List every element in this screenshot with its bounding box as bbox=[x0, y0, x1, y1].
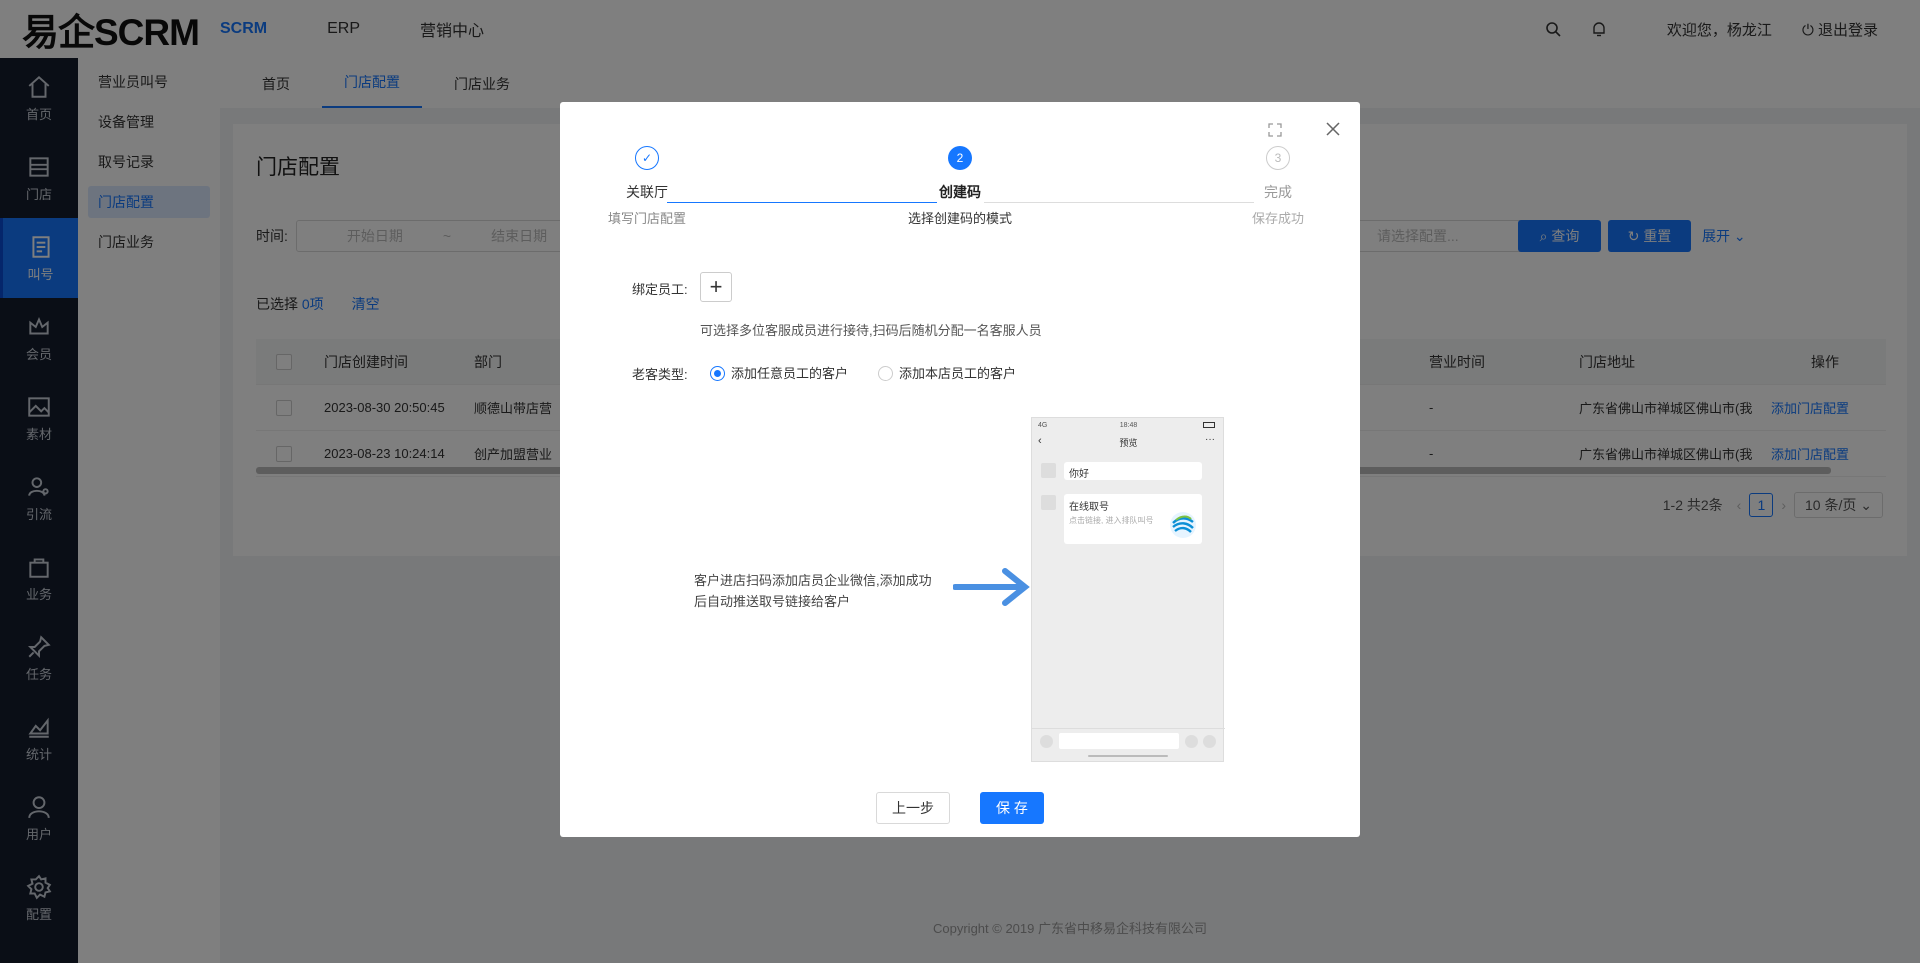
radio-checked[interactable] bbox=[710, 366, 725, 381]
step-desc: 填写门店配置 bbox=[607, 211, 686, 226]
more-icon: ··· bbox=[1205, 434, 1215, 445]
explain-line: 客户进店扫码添加店员企业微信,添加成功 bbox=[694, 573, 932, 588]
china-mobile-logo-icon bbox=[1170, 512, 1196, 538]
step-2: 2 创建码 选择创建码的模式 bbox=[880, 146, 1040, 227]
step-number: 3 bbox=[1266, 146, 1290, 170]
home-indicator bbox=[1088, 755, 1168, 757]
battery-icon bbox=[1203, 422, 1215, 428]
step-title: 创建码 bbox=[939, 184, 981, 200]
customer-type-label: 老客类型: bbox=[632, 367, 688, 382]
save-button[interactable]: 保 存 bbox=[980, 792, 1044, 824]
fullscreen-icon[interactable] bbox=[1268, 123, 1282, 137]
arrow-right-icon bbox=[953, 568, 1030, 606]
radio-unchecked[interactable] bbox=[878, 366, 893, 381]
add-staff-button[interactable]: + bbox=[700, 272, 732, 302]
phone-input bbox=[1059, 733, 1179, 749]
option-label: 添加本店员工的客户 bbox=[899, 366, 1017, 381]
steps: ✓ 关联厅 填写门店配置 2 创建码 选择创建码的模式 3 完成 保存成功 bbox=[560, 146, 1360, 236]
voice-icon bbox=[1040, 735, 1053, 748]
check-icon: ✓ bbox=[635, 146, 659, 170]
chat-bubble: 你好 bbox=[1064, 462, 1202, 480]
explain-line: 后自动推送取号链接给客户 bbox=[694, 594, 851, 609]
explain-text: 客户进店扫码添加店员企业微信,添加成功 后自动推送取号链接给客户 bbox=[694, 570, 932, 612]
option-store-staff[interactable]: 添加本店员工的客户 bbox=[878, 363, 1016, 382]
prev-step-button[interactable]: 上一步 bbox=[876, 792, 950, 824]
step-3: 3 完成 保存成功 bbox=[1198, 146, 1358, 227]
step-desc: 选择创建码的模式 bbox=[907, 211, 1012, 226]
option-any-staff[interactable]: 添加任意员工的客户 bbox=[710, 363, 848, 382]
input-bar-divider bbox=[1032, 728, 1225, 729]
bind-staff-label: 绑定员工: bbox=[632, 282, 688, 297]
step-1: ✓ 关联厅 填写门店配置 bbox=[567, 146, 727, 227]
plus-circle-icon bbox=[1203, 735, 1216, 748]
chat-card: 在线取号 点击链接, 进入排队叫号 bbox=[1064, 494, 1202, 544]
avatar bbox=[1041, 463, 1056, 478]
phone-preview: 4G 18:48 ‹ 预览 ··· 你好 在线取号 点击链接, 进入排队叫号 bbox=[1031, 417, 1225, 762]
bind-hint: 可选择多位客服成员进行接待,扫码后随机分配一名客服人员 bbox=[700, 323, 1042, 338]
step-number: 2 bbox=[948, 146, 972, 170]
phone-title: 预览 bbox=[1119, 438, 1138, 448]
step-title: 关联厅 bbox=[626, 184, 668, 200]
step-desc: 保存成功 bbox=[1251, 211, 1304, 226]
create-code-modal: ✓ 关联厅 填写门店配置 2 创建码 选择创建码的模式 3 完成 保存成功 绑定… bbox=[560, 102, 1360, 837]
emoji-icon bbox=[1185, 735, 1198, 748]
avatar bbox=[1041, 495, 1056, 510]
option-label: 添加任意员工的客户 bbox=[731, 366, 849, 381]
step-title: 完成 bbox=[1264, 184, 1292, 200]
phone-time: 18:48 bbox=[1119, 422, 1138, 429]
close-icon[interactable] bbox=[1324, 120, 1342, 138]
